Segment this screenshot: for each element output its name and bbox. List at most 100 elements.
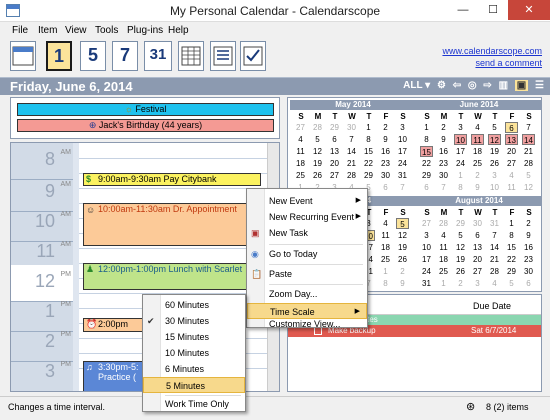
calendar-day-cell[interactable]: 17 bbox=[420, 254, 433, 265]
calendar-day-cell[interactable]: 18 bbox=[471, 146, 484, 157]
calendar-day-cell[interactable]: 4 bbox=[437, 230, 450, 241]
website-link[interactable]: www.calendarscope.com bbox=[442, 46, 542, 56]
calendar-day-cell[interactable]: 30 bbox=[437, 170, 450, 181]
menu-customize-view[interactable]: Customize View... bbox=[247, 320, 367, 328]
calendar-day-cell[interactable]: 1 bbox=[454, 170, 467, 181]
calendar-day-cell[interactable]: 25 bbox=[437, 266, 450, 277]
close-button[interactable]: ✕ bbox=[508, 0, 550, 20]
birthday-event[interactable]: ⊕ Jack's Birthday (44 years) bbox=[17, 119, 274, 132]
previous-icon[interactable]: ⇦ bbox=[453, 80, 461, 91]
calendar-day-cell[interactable]: 5 bbox=[522, 170, 535, 181]
event-two-pm[interactable]: ⏰ 2:00pm bbox=[83, 318, 143, 332]
event-dr-appointment[interactable]: ☺ 10:00am-11:30am Dr. Appointment bbox=[83, 203, 261, 246]
calendar-day-cell[interactable]: 6 bbox=[471, 230, 484, 241]
calendar-day-cell[interactable]: 29 bbox=[420, 170, 433, 181]
calendar-day-cell[interactable]: 24 bbox=[396, 158, 409, 169]
submenu-10-minutes[interactable]: 10 Minutes bbox=[143, 345, 245, 361]
year-view-button[interactable] bbox=[178, 41, 204, 71]
week-view-button[interactable]: 7 bbox=[112, 41, 138, 71]
calendar-day-cell[interactable]: 8 bbox=[362, 134, 375, 145]
calendar-view-button[interactable] bbox=[10, 41, 36, 71]
send-comment-link[interactable]: send a comment bbox=[475, 58, 542, 68]
calendar-day-cell[interactable]: 29 bbox=[362, 170, 375, 181]
menu-paste[interactable]: 📋 Paste bbox=[247, 266, 367, 282]
calendar-day-cell[interactable]: 31 bbox=[396, 170, 409, 181]
calendar-day-cell[interactable]: 2 bbox=[379, 122, 392, 133]
menu-help[interactable]: Help bbox=[168, 25, 189, 36]
calendar-day-cell[interactable]: 28 bbox=[311, 122, 324, 133]
calendar-day-cell[interactable]: 2 bbox=[437, 122, 450, 133]
calendar-day-cell[interactable]: 1 bbox=[362, 122, 375, 133]
calendar-day-cell[interactable]: 10 bbox=[396, 134, 409, 145]
menu-item[interactable]: Item bbox=[38, 25, 57, 36]
calendar-day-cell[interactable]: 4 bbox=[488, 278, 501, 289]
five-day-view-button[interactable]: 5 bbox=[80, 41, 106, 71]
calendar-day-cell[interactable]: 23 bbox=[522, 254, 535, 265]
festival-event[interactable]: ☼ Festival bbox=[17, 103, 274, 116]
calendar-day-cell[interactable]: 28 bbox=[437, 218, 450, 229]
calendar-day-cell[interactable]: 14 bbox=[488, 242, 501, 253]
calendar-day-cell[interactable]: 20 bbox=[328, 158, 341, 169]
calendar-day-cell[interactable]: 12 bbox=[522, 182, 535, 193]
calendar-day-cell[interactable]: 28 bbox=[345, 170, 358, 181]
calendar-day-cell[interactable]: 6 bbox=[420, 182, 433, 193]
submenu-work-time-only[interactable]: Work Time Only bbox=[143, 396, 245, 412]
calendar-day-cell[interactable]: 30 bbox=[471, 218, 484, 229]
calendar-day-cell[interactable]: 10 bbox=[454, 134, 467, 145]
calendar-day-cell[interactable]: 3 bbox=[454, 122, 467, 133]
calendar-day-cell[interactable]: 9 bbox=[379, 134, 392, 145]
calendar-day-cell[interactable]: 9 bbox=[396, 278, 409, 289]
settings-icon[interactable]: ⚙ bbox=[437, 80, 446, 91]
maximize-button[interactable]: ☐ bbox=[478, 0, 508, 20]
calendar-day-cell[interactable]: 27 bbox=[505, 158, 518, 169]
calendar-day-cell[interactable]: 19 bbox=[454, 254, 467, 265]
calendar-day-cell[interactable]: 17 bbox=[396, 146, 409, 157]
calendar-day-cell[interactable]: 26 bbox=[454, 266, 467, 277]
calendar-day-cell[interactable]: 23 bbox=[437, 158, 450, 169]
calendar-day-cell[interactable]: 3 bbox=[420, 230, 433, 241]
calendar-day-cell[interactable]: 16 bbox=[522, 242, 535, 253]
calendar-day-cell[interactable]: 31 bbox=[488, 218, 501, 229]
calendar-day-cell[interactable]: 21 bbox=[522, 146, 535, 157]
menu-view[interactable]: View bbox=[65, 25, 87, 36]
calendar-day-cell[interactable]: 18 bbox=[437, 254, 450, 265]
calendar-day-cell[interactable]: 3 bbox=[488, 170, 501, 181]
next-icon[interactable]: ⇨ bbox=[483, 80, 491, 91]
submenu-5-minutes[interactable]: 5 Minutes bbox=[143, 377, 245, 393]
calendar-day-cell[interactable]: 5 bbox=[311, 134, 324, 145]
calendar-day-cell[interactable]: 11 bbox=[379, 230, 392, 241]
calendar-day-cell[interactable]: 19 bbox=[396, 242, 409, 253]
calendar-day-cell[interactable]: 8 bbox=[379, 278, 392, 289]
calendar-day-cell[interactable]: 28 bbox=[522, 158, 535, 169]
minimize-button[interactable]: — bbox=[448, 0, 478, 20]
calendar-day-cell[interactable]: 9 bbox=[471, 182, 484, 193]
calendar-day-cell[interactable]: 2 bbox=[396, 266, 409, 277]
submenu-6-minutes[interactable]: 6 Minutes bbox=[143, 361, 245, 377]
calendar-day-cell[interactable]: 28 bbox=[488, 266, 501, 277]
calendar-day-cell[interactable]: 16 bbox=[379, 146, 392, 157]
calendar-day-cell[interactable]: 21 bbox=[488, 254, 501, 265]
calendar-day-cell[interactable]: 7 bbox=[488, 230, 501, 241]
calendar-day-cell[interactable]: 5 bbox=[454, 230, 467, 241]
calendar-day-cell[interactable]: 18 bbox=[294, 158, 307, 169]
calendar-day-cell[interactable]: 25 bbox=[471, 158, 484, 169]
calendar-day-cell[interactable]: 22 bbox=[420, 158, 433, 169]
calendar-day-cell[interactable]: 4 bbox=[471, 122, 484, 133]
calendar-day-cell[interactable]: 22 bbox=[362, 158, 375, 169]
month-view-button[interactable]: 31 bbox=[144, 41, 172, 71]
calendar-day-cell[interactable]: 15 bbox=[362, 146, 375, 157]
menu-new-event[interactable]: New Event ▶ bbox=[247, 193, 367, 209]
submenu-60-minutes[interactable]: 60 Minutes bbox=[143, 297, 245, 313]
calendar-day-cell[interactable]: 13 bbox=[505, 134, 518, 145]
event-practice[interactable]: ♫ 3:30pm-5: Practice ( bbox=[83, 361, 143, 391]
calendar-day-cell[interactable]: 21 bbox=[345, 158, 358, 169]
calendar-day-cell[interactable]: 11 bbox=[505, 182, 518, 193]
calendar-day-cell[interactable]: 20 bbox=[505, 146, 518, 157]
menu-go-to-today[interactable]: ◉ Go to Today bbox=[247, 246, 367, 262]
calendar-day-cell[interactable]: 10 bbox=[488, 182, 501, 193]
menu-new-task[interactable]: ▣ New Task bbox=[247, 225, 367, 241]
calendar-day-cell[interactable]: 8 bbox=[454, 182, 467, 193]
calendar-day-cell[interactable]: 30 bbox=[345, 122, 358, 133]
calendar-day-cell[interactable]: 12 bbox=[311, 146, 324, 157]
calendar-day-cell[interactable]: 29 bbox=[505, 266, 518, 277]
